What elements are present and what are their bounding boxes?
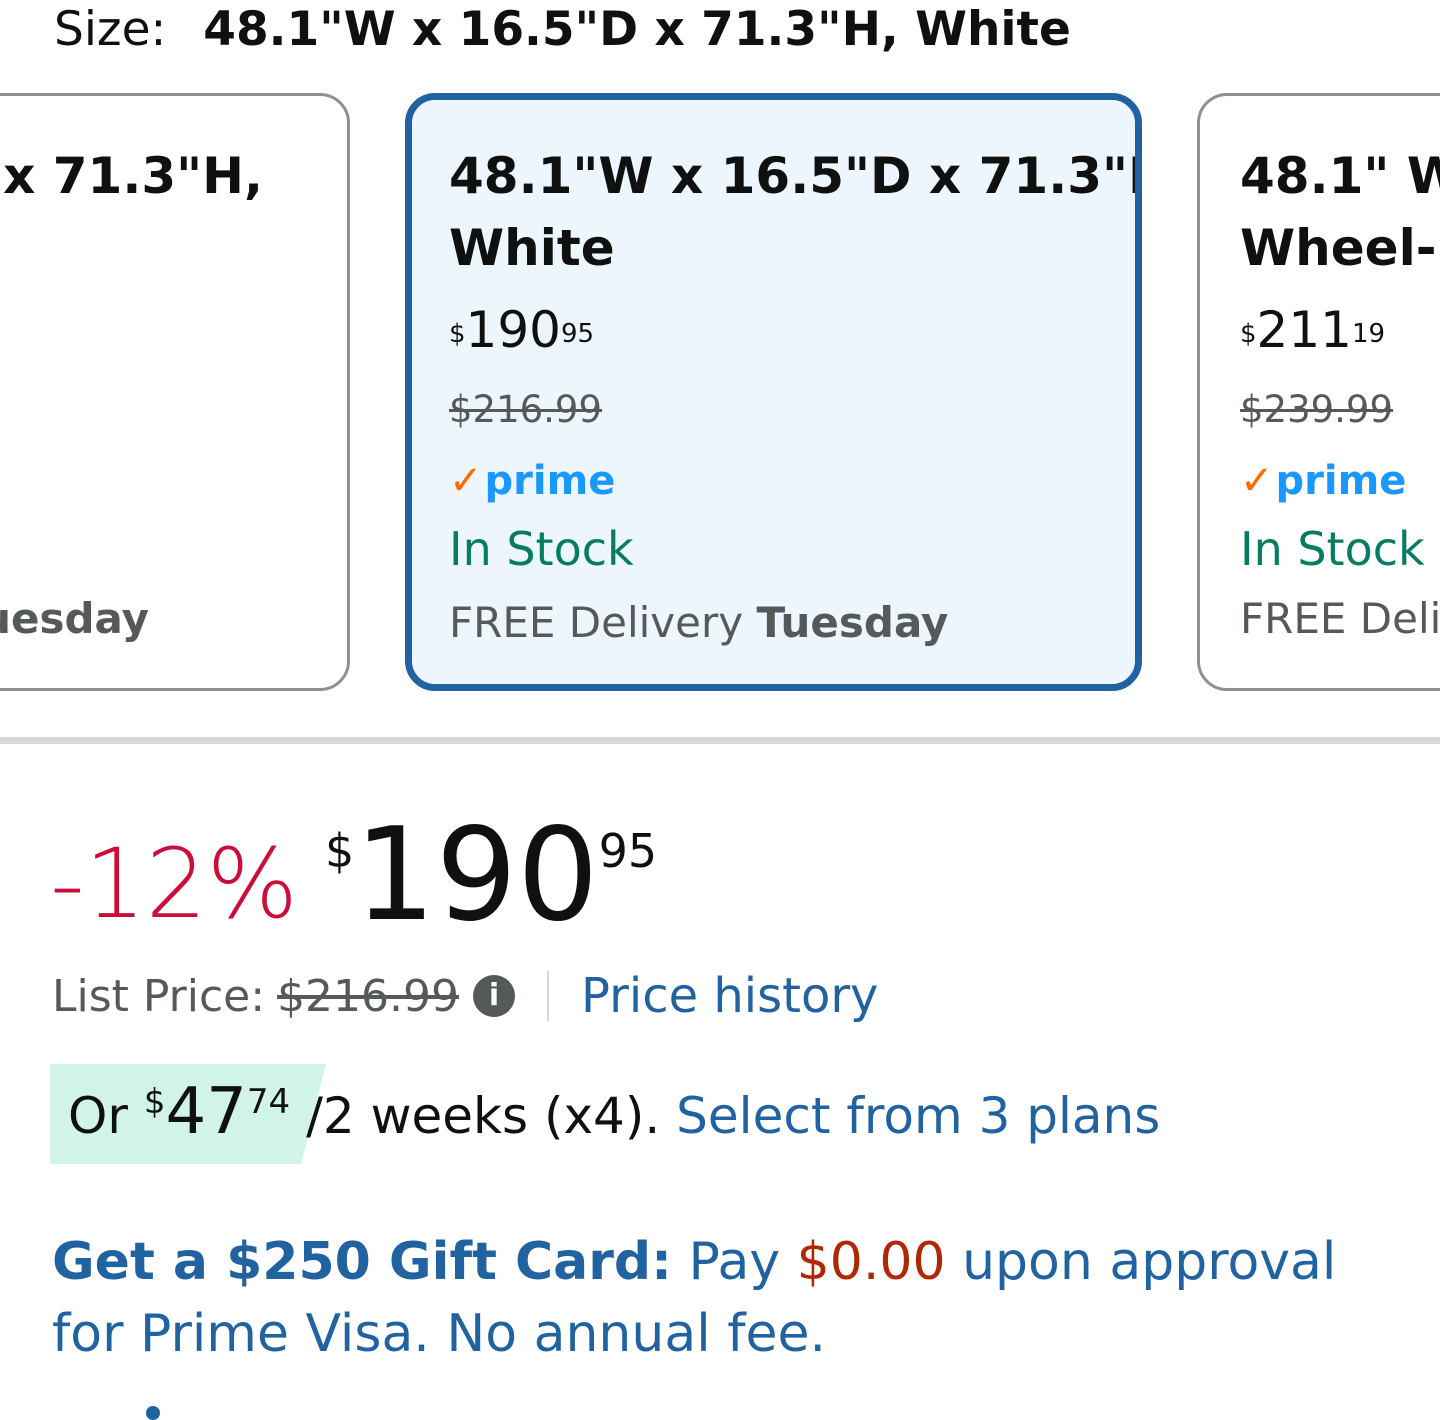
deal-price-currency: $ <box>325 824 355 878</box>
size-option-price: $19095 <box>449 300 594 360</box>
stock-status: In Stock <box>449 522 634 576</box>
section-divider <box>0 737 1440 744</box>
size-option-title: 48.1" W x Wheel-B <box>1240 140 1440 284</box>
gift-card-promo[interactable]: Get a $250 Gift Card: Pay $0.00 upon app… <box>52 1226 1402 1370</box>
size-option-title-line2: Wheel-B <box>1240 219 1440 277</box>
size-option-title: 48.1"W x 16.5"D x 71.3"H, White <box>449 140 1142 284</box>
stock-status: In Stock <box>1240 522 1425 576</box>
separator <box>547 971 550 1021</box>
deal-price-fraction: 95 <box>598 824 658 878</box>
deal-price-whole: 190 <box>354 801 599 950</box>
list-price-value: $216.99 <box>277 970 460 1022</box>
gift-card-text1: Pay <box>688 1232 781 1292</box>
size-label: Size: <box>54 2 167 57</box>
installment-text: Or $4774 /2 weeks (x4). Select from 3 pl… <box>68 1080 1160 1145</box>
price-currency: $ <box>1240 319 1257 349</box>
size-option-card-previous[interactable]: D x 71.3"H, uesday <box>0 93 350 691</box>
gift-card-amount: $0.00 <box>796 1232 946 1292</box>
price-currency: $ <box>449 319 466 349</box>
delivery-prefix: FREE Delivery <box>449 598 744 647</box>
prime-label: prime <box>484 458 616 504</box>
price-whole: 211 <box>1256 301 1352 359</box>
price-history-link[interactable]: Price history <box>581 968 878 1024</box>
price-fraction: 95 <box>560 319 595 349</box>
price-fraction: 19 <box>1351 319 1386 349</box>
size-selector-header: Size: 48.1"W x 16.5"D x 71.3"H, White <box>54 0 1071 60</box>
list-price-row: List Price: $216.99 i Price history <box>52 968 878 1024</box>
partial-element-indicator <box>146 1406 160 1420</box>
prime-label: prime <box>1275 458 1407 504</box>
prime-badge: ✓prime <box>449 458 615 504</box>
installment-currency: $ <box>143 1082 166 1122</box>
size-option-price: $21119 <box>1240 300 1385 360</box>
size-option-title: D x 71.3"H, <box>0 147 263 205</box>
size-option-title-line1: 48.1" W x <box>1240 147 1440 205</box>
deal-price: $19095 <box>325 812 657 940</box>
installment-amount: 47 <box>165 1075 247 1149</box>
size-option-title-line1: 48.1"W x 16.5"D x 71.3"H, <box>449 147 1142 205</box>
size-option-card-next[interactable]: 48.1" W x Wheel-B $21119 $239.99 ✓prime … <box>1197 93 1440 691</box>
list-price-label: List Price: <box>52 970 266 1022</box>
size-option-delivery: uesday <box>0 594 149 643</box>
price-whole: 190 <box>465 301 561 359</box>
size-option-list-price: $239.99 <box>1240 388 1394 431</box>
prime-check-icon: ✓ <box>449 458 483 504</box>
size-option-title-line2: White <box>449 219 615 277</box>
prime-badge: ✓prime <box>1240 458 1406 504</box>
size-option-list-price: $216.99 <box>449 388 603 431</box>
discount-percent: -12% <box>50 828 299 940</box>
installment-period: /2 weeks (x4). <box>306 1087 661 1145</box>
select-plans-link[interactable]: Select from 3 plans <box>676 1087 1160 1145</box>
size-value: 48.1"W x 16.5"D x 71.3"H, White <box>203 2 1071 57</box>
size-option-card-selected[interactable]: 48.1"W x 16.5"D x 71.3"H, White $19095 $… <box>405 93 1142 691</box>
size-option-delivery: FREE Deli <box>1240 594 1440 643</box>
gift-card-headline: Get a $250 Gift Card: <box>52 1232 672 1292</box>
installment-fraction: 74 <box>246 1082 291 1122</box>
size-option-delivery: FREE Delivery Tuesday <box>449 598 948 647</box>
installment-prefix: Or <box>68 1087 128 1145</box>
delivery-day: Tuesday <box>756 598 949 647</box>
info-icon[interactable]: i <box>473 975 516 1017</box>
prime-check-icon: ✓ <box>1240 458 1274 504</box>
